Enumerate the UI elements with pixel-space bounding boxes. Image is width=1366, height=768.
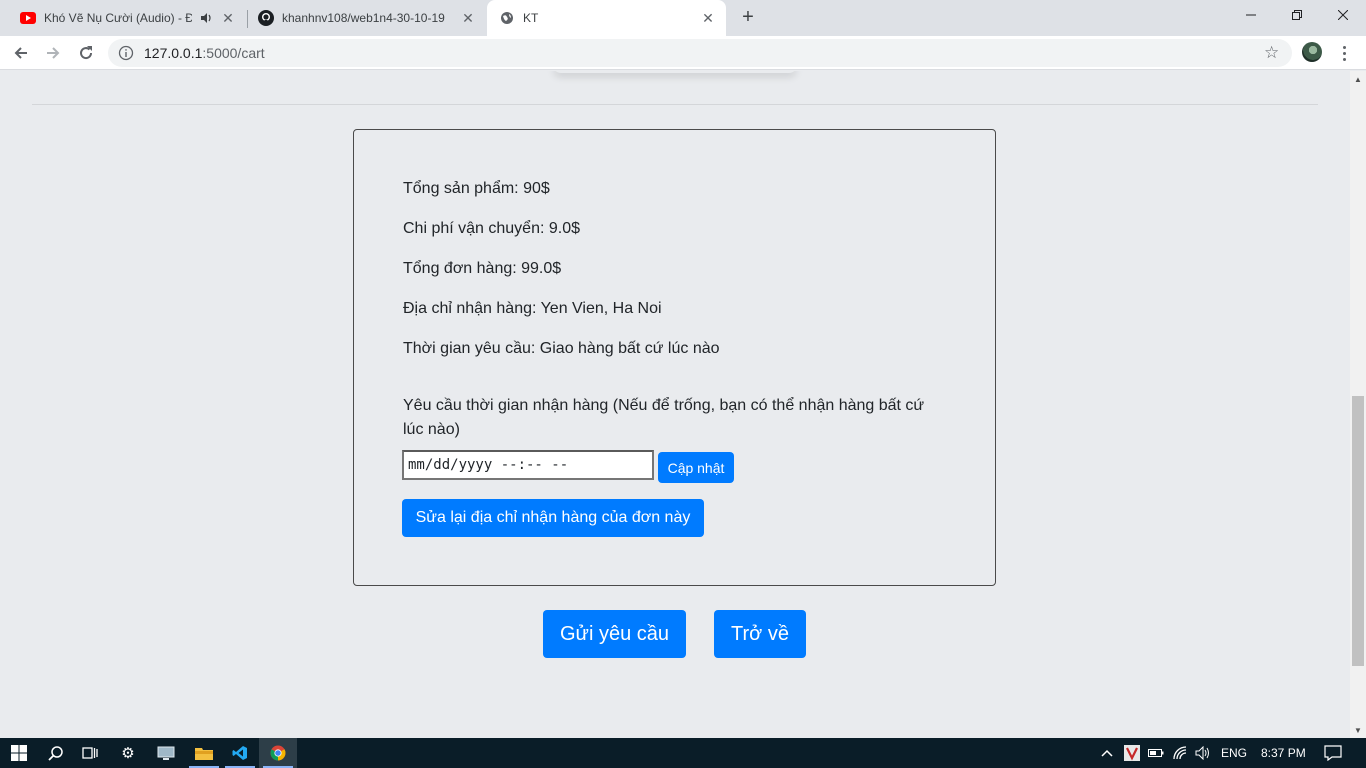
address-bar[interactable]: 127.0.0.1:5000/cart ☆ — [108, 39, 1292, 67]
close-icon[interactable]: ✕ — [700, 10, 716, 26]
battery-icon[interactable] — [1148, 738, 1164, 768]
vscode-icon[interactable] — [221, 738, 259, 768]
browser-toolbar: 127.0.0.1:5000/cart ☆ — [0, 36, 1366, 70]
close-icon[interactable]: ✕ — [220, 10, 236, 26]
clock-time[interactable]: 8:37 PM — [1261, 738, 1306, 768]
restore-button[interactable] — [1274, 0, 1320, 30]
header-shadow — [553, 71, 797, 73]
back-arrow-icon[interactable] — [8, 40, 34, 66]
minimize-button[interactable] — [1228, 0, 1274, 30]
scroll-down-arrow-icon[interactable]: ▼ — [1350, 722, 1366, 738]
browser-tab-strip: Khó Vẽ Nụ Cười (Audio) - Đạ ✕ khanhnv108… — [0, 0, 1366, 36]
page-scrollbar[interactable]: ▲ ▼ — [1350, 71, 1366, 738]
send-request-button[interactable]: Gửi yêu cầu — [543, 610, 686, 658]
tab-youtube[interactable]: Khó Vẽ Nụ Cười (Audio) - Đạ ✕ — [0, 0, 246, 36]
page-viewport: Tổng sản phẩm: 90$ Chi phí vận chuyển: 9… — [0, 71, 1350, 738]
scroll-up-arrow-icon[interactable]: ▲ — [1350, 71, 1366, 87]
profile-avatar[interactable] — [1302, 42, 1322, 62]
delivery-time-label: Yêu cầu thời gian nhận hàng (Nếu để trốn… — [403, 397, 925, 438]
tab-kt[interactable]: KT ✕ — [487, 0, 726, 36]
menu-kebab-icon[interactable] — [1336, 42, 1352, 64]
globe-icon — [499, 10, 515, 26]
url-path: :5000/cart — [202, 45, 265, 61]
reload-icon[interactable] — [73, 40, 99, 66]
forward-arrow-icon[interactable] — [40, 40, 66, 66]
language-indicator[interactable]: ENG — [1221, 738, 1247, 768]
chevron-up-icon[interactable] — [1100, 738, 1114, 768]
order-total: Tổng đơn hàng: 99.0$ — [403, 260, 562, 277]
tab-title: Khó Vẽ Nụ Cười (Audio) - Đạ — [44, 11, 192, 25]
bookmark-star-icon[interactable]: ☆ — [1264, 44, 1282, 62]
wifi-icon[interactable] — [1173, 738, 1189, 768]
settings-gear-icon[interactable]: ⚙ — [109, 738, 147, 768]
close-window-button[interactable] — [1320, 0, 1366, 30]
update-button[interactable]: Cập nhật — [658, 452, 734, 483]
requested-time: Thời gian yêu cầu: Giao hàng bất cứ lúc … — [403, 340, 720, 357]
tab-github[interactable]: khanhnv108/web1n4-30-10-19 ✕ — [248, 0, 486, 36]
close-icon[interactable]: ✕ — [460, 10, 476, 26]
search-icon[interactable] — [37, 738, 75, 768]
back-button[interactable]: Trở về — [714, 610, 806, 658]
divider — [32, 104, 1318, 105]
delivery-address: Địa chỉ nhận hàng: Yen Vien, Ha Noi — [403, 300, 662, 317]
file-explorer-icon[interactable] — [185, 738, 223, 768]
computer-icon[interactable] — [147, 738, 185, 768]
vivaldi-tray-icon[interactable] — [1124, 738, 1140, 768]
edit-address-button[interactable]: Sửa lại địa chỉ nhận hàng của đơn này — [402, 499, 704, 537]
notification-icon[interactable] — [1324, 738, 1342, 768]
windows-taskbar: ⚙ ENG 8:37 PM — [0, 738, 1366, 768]
new-tab-button[interactable]: + — [737, 6, 759, 28]
tab-title: khanhnv108/web1n4-30-10-19 — [282, 11, 445, 25]
chrome-icon[interactable] — [259, 738, 297, 768]
url-host: 127.0.0.1 — [144, 45, 203, 61]
products-total: Tổng sản phẩm: 90$ — [403, 180, 550, 197]
volume-icon[interactable] — [1195, 738, 1211, 768]
tab-title: KT — [523, 11, 539, 25]
task-view-icon[interactable] — [71, 738, 109, 768]
delivery-datetime-input[interactable]: mm/dd/yyyy --:-- -- — [402, 450, 654, 480]
order-summary-card: Tổng sản phẩm: 90$ Chi phí vận chuyển: 9… — [353, 129, 996, 586]
url-text: 127.0.0.1:5000/cart — [144, 45, 265, 61]
windows-start-icon[interactable] — [0, 738, 38, 768]
scrollbar-thumb[interactable] — [1352, 396, 1364, 666]
youtube-icon — [20, 10, 36, 26]
github-icon — [258, 10, 274, 26]
info-icon[interactable] — [118, 45, 134, 61]
shipping-cost: Chi phí vận chuyển: 9.0$ — [403, 220, 581, 237]
speaker-icon[interactable] — [198, 10, 214, 26]
